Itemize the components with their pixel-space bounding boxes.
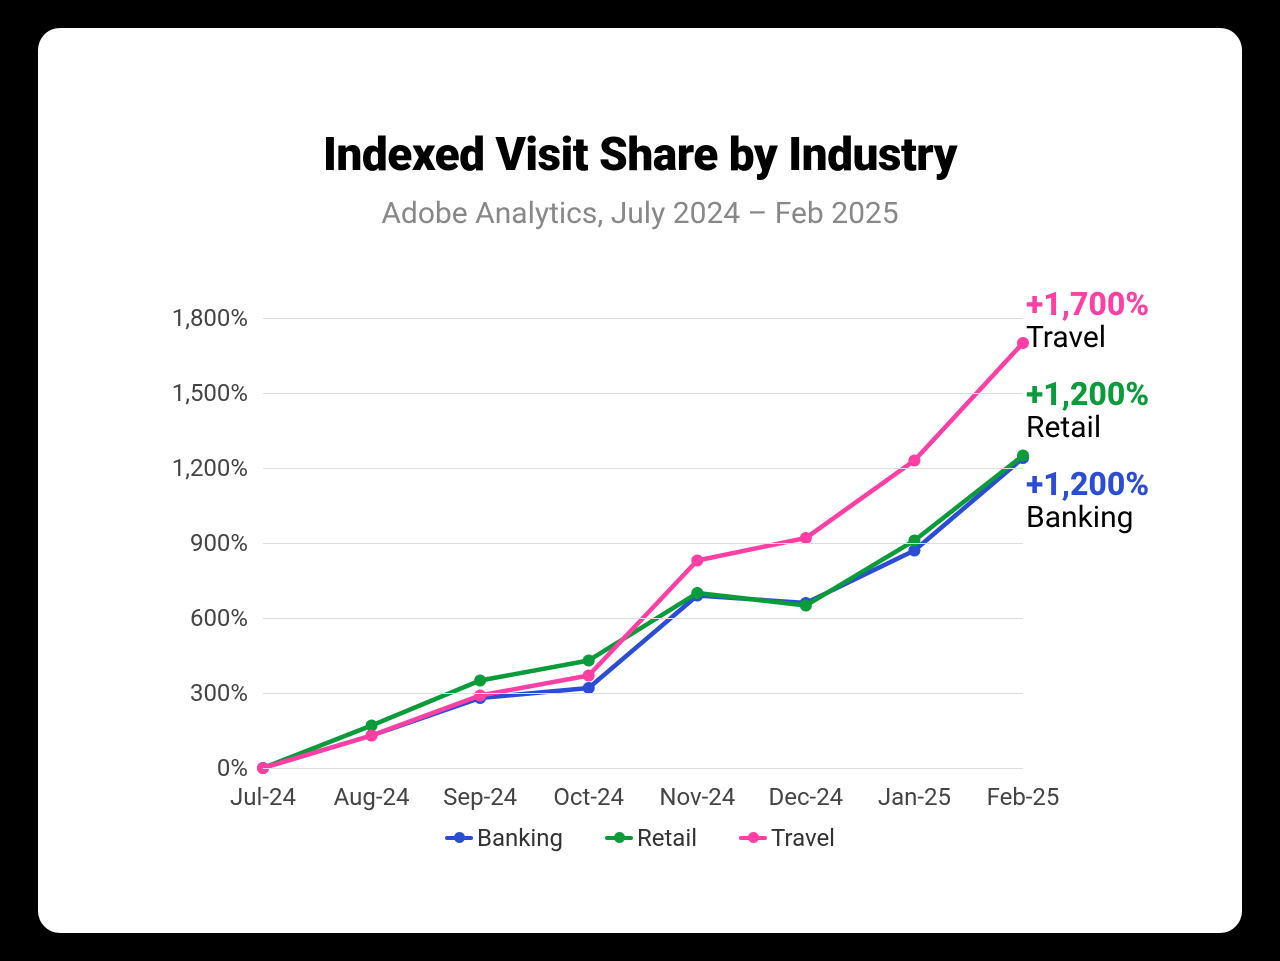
y-tick-label: 1,500% (128, 379, 248, 407)
annotation-value: +1,200% (1026, 378, 1226, 412)
data-point (908, 535, 920, 547)
annotation-travel: +1,700%Travel (1026, 288, 1226, 353)
chart-card: Indexed Visit Share by Industry Adobe An… (38, 28, 1242, 933)
legend-swatch-banking (445, 836, 473, 840)
annotation-label: Travel (1026, 322, 1226, 354)
data-point (691, 587, 703, 599)
annotation-value: +1,200% (1026, 468, 1226, 502)
legend-item-retail: Retail (605, 824, 697, 852)
data-point (583, 670, 595, 682)
gridline (263, 618, 1023, 619)
data-point (366, 730, 378, 742)
y-tick-label: 1,200% (128, 454, 248, 482)
data-point (474, 675, 486, 687)
legend: Banking Retail Travel (38, 818, 1242, 852)
chart-subtitle: Adobe Analytics, July 2024 – Feb 2025 (38, 196, 1242, 231)
gridline (263, 543, 1023, 544)
y-tick-label: 900% (128, 529, 248, 557)
plot-area: 0%300%600%900%1,200%1,500%1,800%Jul-24Au… (263, 293, 1023, 768)
legend-swatch-retail (605, 836, 633, 840)
x-tick-label: Jul-24 (213, 783, 313, 811)
legend-label: Travel (771, 824, 835, 852)
legend-item-travel: Travel (739, 824, 835, 852)
legend-item-banking: Banking (445, 824, 563, 852)
series-line-retail (263, 456, 1023, 769)
gridline (263, 318, 1023, 319)
data-point (474, 690, 486, 702)
x-tick-label: Nov-24 (647, 783, 747, 811)
legend-label: Banking (477, 824, 563, 852)
gridline (263, 768, 1023, 769)
legend-label: Retail (637, 824, 697, 852)
chart-title: Indexed Visit Share by Industry (38, 128, 1242, 182)
annotation-banking: +1,200%Banking (1026, 468, 1226, 533)
y-tick-label: 300% (128, 679, 248, 707)
gridline (263, 393, 1023, 394)
data-point (691, 555, 703, 567)
y-tick-label: 1,800% (128, 304, 248, 332)
annotation-label: Banking (1026, 502, 1226, 534)
data-point (908, 455, 920, 467)
x-tick-label: Jan-25 (864, 783, 964, 811)
gridline (263, 693, 1023, 694)
annotation-value: +1,700% (1026, 288, 1226, 322)
x-tick-label: Dec-24 (756, 783, 856, 811)
data-point (583, 655, 595, 667)
x-tick-label: Sep-24 (430, 783, 530, 811)
y-tick-label: 0% (128, 754, 248, 782)
annotation-retail: +1,200%Retail (1026, 378, 1226, 443)
x-tick-label: Aug-24 (322, 783, 422, 811)
x-tick-label: Feb-25 (973, 783, 1073, 811)
chart-svg (263, 293, 1023, 768)
legend-swatch-travel (739, 836, 767, 840)
x-tick-label: Oct-24 (539, 783, 639, 811)
annotation-label: Retail (1026, 412, 1226, 444)
gridline (263, 468, 1023, 469)
data-point (1017, 450, 1029, 462)
y-tick-label: 600% (128, 604, 248, 632)
data-point (800, 600, 812, 612)
